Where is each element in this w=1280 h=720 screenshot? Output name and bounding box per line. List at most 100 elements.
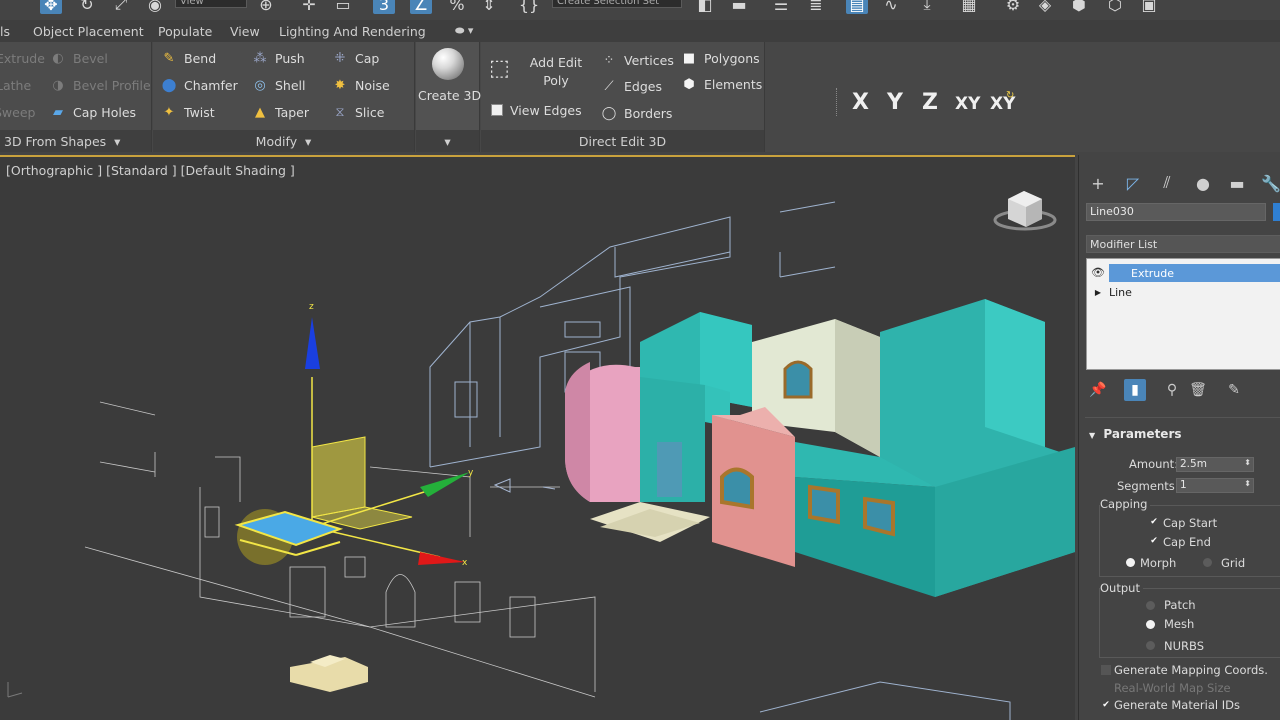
vertices-button[interactable]: ⁘ Vertices bbox=[601, 50, 674, 70]
tab-object-placement[interactable]: Object Placement bbox=[33, 24, 144, 39]
borders-button[interactable]: ◯ Borders bbox=[601, 103, 673, 123]
spinner-arrows-icon[interactable]: ⬍ bbox=[1244, 458, 1251, 467]
grid-radio[interactable] bbox=[1203, 558, 1212, 567]
group-3d-from-shapes-footer[interactable]: 3D From Shapes ▾ bbox=[0, 130, 151, 152]
add-edit-poly-button[interactable]: Add Edit Poly bbox=[525, 54, 587, 90]
tab-view[interactable]: View bbox=[230, 24, 260, 39]
display-tab-icon[interactable]: ▬ bbox=[1225, 171, 1249, 195]
utilities-tab-icon[interactable]: 🔧 bbox=[1259, 171, 1280, 195]
object-name-field[interactable]: Line030 bbox=[1086, 203, 1266, 221]
align-icon[interactable]: ▬ bbox=[728, 0, 750, 14]
stack-item-line[interactable]: ▶ Line bbox=[1087, 283, 1280, 301]
mesh-radio[interactable] bbox=[1146, 620, 1155, 629]
morph-radio[interactable] bbox=[1126, 558, 1135, 567]
add-edit-poly-icon[interactable]: ⬚ bbox=[489, 56, 519, 86]
tab-lighting-rendering[interactable]: Lighting And Rendering bbox=[279, 24, 426, 39]
curve-editor-icon[interactable]: ∿ bbox=[880, 0, 902, 14]
tab-modeling-partial[interactable]: ls bbox=[0, 24, 10, 39]
scale-tool-icon[interactable]: ⤢ bbox=[110, 0, 132, 14]
lathe-button[interactable]: Lathe bbox=[0, 75, 31, 95]
amount-spinner[interactable]: 2.5m ⬍ bbox=[1176, 457, 1254, 472]
make-unique-icon[interactable]: ⚲ bbox=[1161, 379, 1183, 401]
show-end-result-icon[interactable]: ▮ bbox=[1124, 379, 1146, 401]
create-3d-sphere-icon[interactable] bbox=[432, 48, 464, 80]
transform-gizmo[interactable]: z y x bbox=[234, 302, 474, 568]
viewcube[interactable] bbox=[993, 191, 1057, 231]
material-editor-icon[interactable]: ▦ bbox=[958, 0, 980, 14]
named-selection-icon[interactable]: {} bbox=[518, 0, 540, 14]
spinner-snap-icon[interactable]: ⇕ bbox=[478, 0, 500, 14]
rendered-frame-icon[interactable]: ◈ bbox=[1034, 0, 1056, 14]
placement-tool-icon[interactable]: ◉ bbox=[144, 0, 166, 14]
gen-mapping-checkbox[interactable] bbox=[1101, 665, 1111, 675]
slice-button[interactable]: ⧖ Slice bbox=[332, 102, 384, 122]
noise-button[interactable]: ✸ Noise bbox=[332, 75, 390, 95]
tab-populate[interactable]: Populate bbox=[158, 24, 212, 39]
percent-snap-icon[interactable]: % bbox=[446, 0, 468, 14]
render-production-icon[interactable]: ⬢ bbox=[1068, 0, 1090, 14]
keyboard-shortcut-icon[interactable]: ▭ bbox=[332, 0, 354, 14]
render-setup-icon[interactable]: ⚙ bbox=[1002, 0, 1024, 14]
cap-end-checkbox[interactable]: ✔ bbox=[1149, 536, 1159, 546]
pivot-icon[interactable]: ⊕ bbox=[255, 0, 277, 14]
bend-button[interactable]: ✎ Bend bbox=[161, 48, 217, 68]
create-3d-dropdown[interactable]: ▾ bbox=[416, 130, 479, 152]
toggle-ribbon-icon[interactable]: ≣ bbox=[805, 0, 827, 14]
stack-item-extrude[interactable]: 👁 Extrude bbox=[1087, 264, 1280, 282]
cap-button[interactable]: ⁜ Cap bbox=[332, 48, 380, 68]
rotate-tool-icon[interactable]: ↻ bbox=[76, 0, 98, 14]
mirror-icon[interactable]: ◧ bbox=[694, 0, 716, 14]
configure-modifier-sets-icon[interactable]: ✎ bbox=[1223, 379, 1245, 401]
ribbon-minimize-icon[interactable]: ⬬ ▾ bbox=[455, 24, 473, 38]
layer-explorer-icon[interactable]: ☰ bbox=[770, 0, 792, 14]
patch-radio[interactable] bbox=[1146, 601, 1155, 610]
modify-tab-icon[interactable]: ◸ bbox=[1121, 171, 1145, 195]
ribbon-icon[interactable]: ▤ bbox=[846, 0, 868, 14]
select-manipulate-icon[interactable]: ✛ bbox=[298, 0, 320, 14]
gen-material-ids-checkbox[interactable]: ✔ bbox=[1101, 700, 1111, 710]
perspective-viewport[interactable]: z y x [Orthographic ] [Standard ] [Defau… bbox=[0, 155, 1075, 720]
view-edges-toggle[interactable]: View Edges bbox=[491, 100, 582, 120]
snap-3d-icon[interactable]: 3 bbox=[373, 0, 395, 14]
view-dropdown[interactable]: View bbox=[175, 0, 247, 8]
constrain-z-button[interactable]: Z bbox=[922, 90, 938, 115]
create-tab-icon[interactable]: + bbox=[1086, 171, 1110, 195]
remove-modifier-icon[interactable]: 🗑 bbox=[1187, 379, 1209, 401]
spinner-arrows-icon[interactable]: ⬍ bbox=[1244, 479, 1251, 488]
cap-start-checkbox[interactable]: ✔ bbox=[1149, 517, 1159, 527]
parameters-rollout-header[interactable]: ▼ Parameters bbox=[1089, 427, 1182, 441]
viewport-label-menu[interactable]: [Orthographic ] [Standard ] [Default Sha… bbox=[6, 163, 295, 178]
elements-button[interactable]: ⬢ Elements bbox=[681, 74, 762, 94]
motion-tab-icon[interactable]: ● bbox=[1191, 171, 1215, 195]
eye-icon[interactable]: 👁 bbox=[1087, 264, 1109, 282]
a360-render-icon[interactable]: ▣ bbox=[1138, 0, 1160, 14]
angle-snap-icon[interactable]: ∠ bbox=[410, 0, 432, 14]
chamfer-button[interactable]: ⬤ Chamfer bbox=[161, 75, 238, 95]
extrude-button[interactable]: Extrude bbox=[0, 48, 45, 68]
nurbs-radio[interactable] bbox=[1146, 641, 1155, 650]
create-3d-button[interactable]: Create 3D bbox=[418, 85, 481, 105]
twist-button[interactable]: ✦ Twist bbox=[161, 102, 215, 122]
edges-button[interactable]: ⟋ Edges bbox=[601, 76, 662, 96]
taper-button[interactable]: ▲ Taper bbox=[252, 102, 309, 122]
sweep-button[interactable]: Sweep bbox=[0, 102, 35, 122]
schematic-view-icon[interactable]: ⤓ bbox=[916, 0, 938, 14]
cap-holes-button[interactable]: ▰ Cap Holes bbox=[50, 102, 136, 122]
render-iterative-icon[interactable]: ⬡ bbox=[1104, 0, 1126, 14]
push-button[interactable]: ⁂ Push bbox=[252, 48, 305, 68]
modifier-list-dropdown[interactable]: Modifier List bbox=[1086, 235, 1280, 253]
selection-set-dropdown[interactable]: Create Selection Set bbox=[552, 0, 682, 8]
shell-button[interactable]: ◎ Shell bbox=[252, 75, 305, 95]
group-modify-footer[interactable]: Modify ▾ bbox=[153, 130, 414, 152]
scene-canvas[interactable]: z y x bbox=[0, 157, 1075, 720]
segments-spinner[interactable]: 1 ⬍ bbox=[1176, 478, 1254, 493]
bevel-profile-button[interactable]: ◑ Bevel Profile bbox=[50, 75, 150, 95]
pin-stack-icon[interactable]: 📌 bbox=[1087, 379, 1109, 401]
polygons-button[interactable]: ■ Polygons bbox=[681, 48, 760, 68]
constrain-y-button[interactable]: Y bbox=[887, 90, 903, 115]
move-tool-icon[interactable]: ✥ bbox=[40, 0, 62, 14]
expand-arrow-icon[interactable]: ▶ bbox=[1087, 288, 1109, 297]
constrain-xy-button[interactable]: XY bbox=[955, 94, 980, 114]
hierarchy-tab-icon[interactable]: ⫽ bbox=[1155, 171, 1179, 195]
shaded-building-model[interactable] bbox=[290, 299, 1075, 720]
